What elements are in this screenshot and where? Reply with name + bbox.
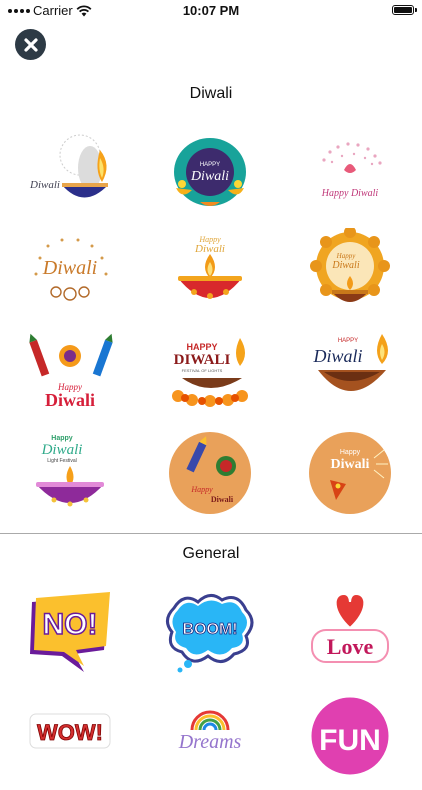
sticker-text: Happy <box>190 485 213 494</box>
sticker-text: DIWALI <box>174 352 231 368</box>
sticker-text: FESTIVAL OF LIGHTS <box>182 368 223 373</box>
section-title-general: General <box>182 545 240 562</box>
sticker-text: BOOM! <box>182 621 237 638</box>
love-heart-sticker[interactable]: Love <box>302 588 398 678</box>
happy-diwali-light-festival-sticker[interactable]: Happy Diwali Light Festival <box>22 428 118 518</box>
status-bar: Carrier 10:07 PM <box>0 0 422 22</box>
happy-diwali-green-badge-sticker[interactable]: HAPPY Diwali <box>162 130 258 220</box>
diwali-swirl-lettering-sticker[interactable]: Diwali <box>22 228 118 318</box>
sticker-text: Diwali <box>45 390 95 410</box>
wow-sticker[interactable]: WOW! <box>22 700 118 790</box>
sticker-text: Diwali <box>312 346 362 366</box>
section-divider <box>0 533 422 534</box>
boom-comic-sticker[interactable]: BOOM! <box>162 588 258 678</box>
sticker-text: Diwali <box>29 179 60 191</box>
sticker-text: NO! <box>43 608 98 641</box>
sticker-text: Happy <box>340 449 361 456</box>
diya-feather-sticker[interactable]: Diwali <box>22 130 118 220</box>
happy-diwali-orange-circle-rocket-sticker[interactable]: Happy Diwali <box>162 428 258 518</box>
sticker-text: Happy Diwali <box>321 188 379 199</box>
happy-diwali-pink-dots-sticker[interactable]: Happy Diwali <box>302 130 398 220</box>
happy-diwali-oil-lamp-sticker[interactable]: HAPPY Diwali <box>302 326 398 416</box>
happy-diwali-flower-diya-sticker[interactable]: Happy Diwali <box>302 228 398 318</box>
sticker-text: HAPPY <box>186 342 217 352</box>
status-time: 10:07 PM <box>182 3 240 18</box>
sticker-text: Diwali <box>211 495 234 504</box>
sticker-text: Diwali <box>190 169 229 184</box>
sticker-text: HAPPY <box>200 162 220 168</box>
close-icon <box>23 37 38 52</box>
sticker-text: HAPPY <box>338 338 358 344</box>
dreams-rainbow-sticker[interactable]: Dreams <box>162 700 258 790</box>
sticker-text: Diwali <box>41 442 83 458</box>
sticker-text: Happy <box>336 252 357 260</box>
happy-diwali-festival-of-lights-sticker[interactable]: HAPPY DIWALI FESTIVAL OF LIGHTS <box>162 326 258 416</box>
happy-diwali-orange-circle-sparkler-sticker[interactable]: Happy Diwali <box>302 428 398 518</box>
battery-icon <box>392 5 417 15</box>
close-button[interactable] <box>15 29 46 60</box>
sticker-text: Diwali <box>194 243 225 255</box>
sticker-text: Love <box>327 634 374 659</box>
sticker-text: Diwali <box>42 257 97 279</box>
happy-diwali-firecrackers-sticker[interactable]: Happy Diwali <box>22 326 118 416</box>
fun-badge-sticker[interactable]: FUN <box>302 688 398 778</box>
section-title-diwali: Diwali <box>189 85 233 102</box>
sticker-text: Diwali <box>331 260 359 271</box>
sticker-text: WOW! <box>37 720 103 745</box>
sticker-text: FUN <box>319 724 381 757</box>
happy-diwali-red-diya-sticker[interactable]: Happy Diwali <box>162 228 258 318</box>
sticker-text: Light Festival <box>47 458 76 464</box>
no-speech-bubble-sticker[interactable]: NO! <box>22 588 118 678</box>
sticker-text: Diwali <box>331 457 370 472</box>
sticker-text: Happy <box>51 435 73 442</box>
